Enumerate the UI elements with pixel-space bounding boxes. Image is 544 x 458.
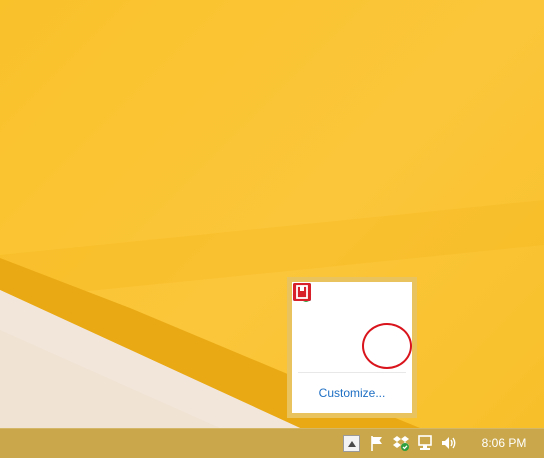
show-hidden-icons-button[interactable]: [343, 435, 360, 452]
screen: Customize... 8:06 PM: [0, 0, 544, 458]
customize-link[interactable]: Customize...: [292, 386, 412, 400]
volume-icon[interactable]: [440, 434, 458, 452]
dropbox-icon[interactable]: [392, 434, 410, 452]
red-app-icon[interactable]: [292, 282, 312, 302]
flyout-panel: Customize...: [292, 282, 412, 413]
notification-overflow-flyout: Customize...: [287, 277, 417, 418]
chevron-up-icon: [348, 441, 356, 447]
highlight-circle-annotation: [362, 323, 412, 369]
action-center-flag-icon[interactable]: [368, 434, 386, 452]
desktop-wallpaper-shapes: [0, 200, 544, 428]
taskbar-clock[interactable]: 8:06 PM: [474, 436, 534, 450]
taskbar: 8:06 PM: [0, 428, 544, 458]
flyout-divider: [298, 372, 406, 373]
network-icon[interactable]: [416, 434, 434, 452]
desktop-background: Customize...: [0, 0, 544, 428]
